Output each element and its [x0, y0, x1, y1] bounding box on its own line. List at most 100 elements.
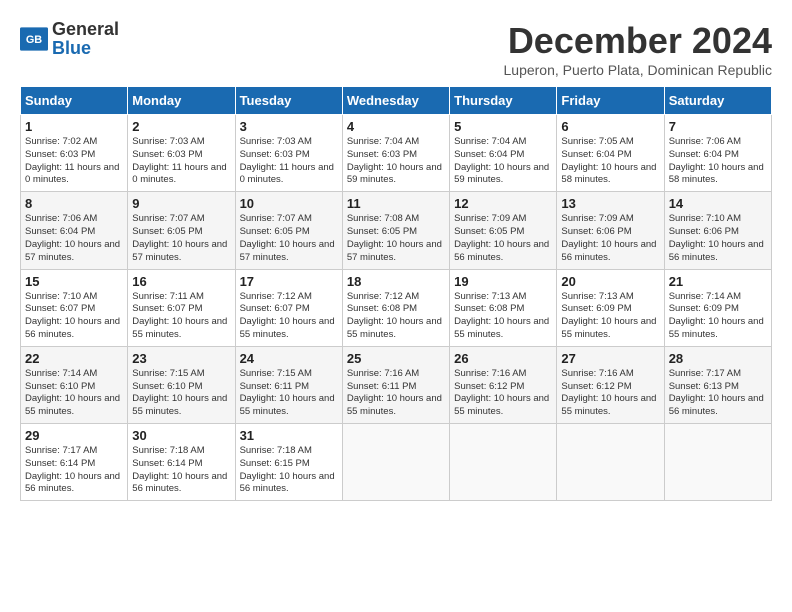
calendar-day-cell: 30 Sunrise: 7:18 AMSunset: 6:14 PMDayligh… — [128, 424, 235, 501]
logo-blue: Blue — [52, 38, 91, 58]
calendar-day-cell: 25 Sunrise: 7:16 AMSunset: 6:11 PMDayligh… — [342, 346, 449, 423]
day-sun-info: Sunrise: 7:18 AMSunset: 6:14 PMDaylight:… — [132, 445, 230, 496]
day-sun-info: Sunrise: 7:14 AMSunset: 6:10 PMDaylight:… — [25, 368, 123, 419]
day-sun-info: Sunrise: 7:08 AMSunset: 6:05 PMDaylight:… — [347, 213, 445, 264]
calendar-day-cell: 8Sunrise: 7:06 AMSunset: 6:04 PMDaylight… — [21, 192, 128, 269]
day-sun-info: Sunrise: 7:04 AMSunset: 6:04 PMDaylight:… — [454, 136, 552, 187]
day-sun-info: Sunrise: 7:04 AMSunset: 6:03 PMDaylight:… — [347, 136, 445, 187]
day-number: 27 — [561, 351, 659, 366]
calendar-day-cell: 6 Sunrise: 7:05 AMSunset: 6:04 PMDaylight… — [557, 115, 664, 192]
logo: GB General Blue — [20, 20, 119, 58]
logo-icon: GB — [20, 27, 48, 51]
calendar-day-cell: 2Sunrise: 7:03 AMSunset: 6:03 PMDaylight… — [128, 115, 235, 192]
day-number: 29 — [25, 428, 123, 443]
day-number: 31 — [240, 428, 338, 443]
weekday-header-saturday: Saturday — [664, 87, 771, 115]
day-sun-info: Sunrise: 7:14 AMSunset: 6:09 PMDaylight:… — [669, 291, 767, 342]
weekday-header-thursday: Thursday — [450, 87, 557, 115]
calendar-day-cell: 4 Sunrise: 7:04 AMSunset: 6:03 PMDaylight… — [342, 115, 449, 192]
calendar-day-cell: 29 Sunrise: 7:17 AMSunset: 6:14 PMDayligh… — [21, 424, 128, 501]
day-number: 3 — [240, 119, 338, 134]
calendar-day-cell: 12Sunrise: 7:09 AMSunset: 6:05 PMDayligh… — [450, 192, 557, 269]
day-sun-info: Sunrise: 7:15 AMSunset: 6:11 PMDaylight:… — [240, 368, 338, 419]
calendar-week-row: 8Sunrise: 7:06 AMSunset: 6:04 PMDaylight… — [21, 192, 772, 269]
calendar-day-cell: 27 Sunrise: 7:16 AMSunset: 6:12 PMDayligh… — [557, 346, 664, 423]
day-sun-info: Sunrise: 7:02 AMSunset: 6:03 PMDaylight:… — [25, 136, 123, 187]
calendar-day-cell: 5 Sunrise: 7:04 AMSunset: 6:04 PMDaylight… — [450, 115, 557, 192]
calendar-day-cell: 3 Sunrise: 7:03 AMSunset: 6:03 PMDaylight… — [235, 115, 342, 192]
day-sun-info: Sunrise: 7:17 AMSunset: 6:14 PMDaylight:… — [25, 445, 123, 496]
day-number: 13 — [561, 196, 659, 211]
day-sun-info: Sunrise: 7:07 AMSunset: 6:05 PMDaylight:… — [132, 213, 230, 264]
calendar-day-cell: 31 Sunrise: 7:18 AMSunset: 6:15 PMDayligh… — [235, 424, 342, 501]
day-sun-info: Sunrise: 7:11 AMSunset: 6:07 PMDaylight:… — [132, 291, 230, 342]
day-number: 10 — [240, 196, 338, 211]
day-number: 17 — [240, 274, 338, 289]
calendar-week-row: 29 Sunrise: 7:17 AMSunset: 6:14 PMDayligh… — [21, 424, 772, 501]
calendar-day-cell: 15 Sunrise: 7:10 AMSunset: 6:07 PMDayligh… — [21, 269, 128, 346]
weekday-header-monday: Monday — [128, 87, 235, 115]
day-sun-info: Sunrise: 7:16 AMSunset: 6:12 PMDaylight:… — [561, 368, 659, 419]
day-sun-info: Sunrise: 7:09 AMSunset: 6:06 PMDaylight:… — [561, 213, 659, 264]
day-number: 11 — [347, 196, 445, 211]
day-number: 12 — [454, 196, 552, 211]
calendar-day-cell: 24 Sunrise: 7:15 AMSunset: 6:11 PMDayligh… — [235, 346, 342, 423]
day-sun-info: Sunrise: 7:06 AMSunset: 6:04 PMDaylight:… — [669, 136, 767, 187]
calendar-day-cell: 11 Sunrise: 7:08 AMSunset: 6:05 PMDayligh… — [342, 192, 449, 269]
calendar-day-cell: 23 Sunrise: 7:15 AMSunset: 6:10 PMDayligh… — [128, 346, 235, 423]
day-number: 15 — [25, 274, 123, 289]
month-title: December 2024 — [504, 20, 773, 62]
calendar-day-cell: 7 Sunrise: 7:06 AMSunset: 6:04 PMDaylight… — [664, 115, 771, 192]
day-number: 22 — [25, 351, 123, 366]
day-sun-info: Sunrise: 7:05 AMSunset: 6:04 PMDaylight:… — [561, 136, 659, 187]
subtitle: Luperon, Puerto Plata, Dominican Republi… — [504, 62, 773, 78]
page-header: GB General Blue December 2024 Luperon, P… — [20, 20, 772, 78]
day-sun-info: Sunrise: 7:15 AMSunset: 6:10 PMDaylight:… — [132, 368, 230, 419]
day-sun-info: Sunrise: 7:13 AMSunset: 6:09 PMDaylight:… — [561, 291, 659, 342]
day-number: 2 — [132, 119, 230, 134]
calendar-day-cell: 17 Sunrise: 7:12 AMSunset: 6:07 PMDayligh… — [235, 269, 342, 346]
calendar-day-cell: 19 Sunrise: 7:13 AMSunset: 6:08 PMDayligh… — [450, 269, 557, 346]
calendar-day-cell: 10Sunrise: 7:07 AMSunset: 6:05 PMDayligh… — [235, 192, 342, 269]
calendar-empty-cell — [557, 424, 664, 501]
calendar-day-cell: 9 Sunrise: 7:07 AMSunset: 6:05 PMDaylight… — [128, 192, 235, 269]
day-number: 24 — [240, 351, 338, 366]
day-number: 30 — [132, 428, 230, 443]
day-sun-info: Sunrise: 7:17 AMSunset: 6:13 PMDaylight:… — [669, 368, 767, 419]
day-number: 4 — [347, 119, 445, 134]
day-number: 23 — [132, 351, 230, 366]
calendar-day-cell: 22 Sunrise: 7:14 AMSunset: 6:10 PMDayligh… — [21, 346, 128, 423]
calendar-day-cell: 14Sunrise: 7:10 AMSunset: 6:06 PMDayligh… — [664, 192, 771, 269]
calendar-table: SundayMondayTuesdayWednesdayThursdayFrid… — [20, 86, 772, 501]
calendar-empty-cell — [342, 424, 449, 501]
calendar-day-cell: 26Sunrise: 7:16 AMSunset: 6:12 PMDayligh… — [450, 346, 557, 423]
calendar-day-cell: 1 Sunrise: 7:02 AMSunset: 6:03 PMDaylight… — [21, 115, 128, 192]
calendar-day-cell: 20Sunrise: 7:13 AMSunset: 6:09 PMDayligh… — [557, 269, 664, 346]
day-sun-info: Sunrise: 7:18 AMSunset: 6:15 PMDaylight:… — [240, 445, 338, 496]
day-sun-info: Sunrise: 7:16 AMSunset: 6:11 PMDaylight:… — [347, 368, 445, 419]
day-number: 5 — [454, 119, 552, 134]
day-number: 21 — [669, 274, 767, 289]
day-sun-info: Sunrise: 7:13 AMSunset: 6:08 PMDaylight:… — [454, 291, 552, 342]
calendar-day-cell: 28 Sunrise: 7:17 AMSunset: 6:13 PMDayligh… — [664, 346, 771, 423]
calendar-day-cell: 18 Sunrise: 7:12 AMSunset: 6:08 PMDayligh… — [342, 269, 449, 346]
calendar-day-cell: 16Sunrise: 7:11 AMSunset: 6:07 PMDayligh… — [128, 269, 235, 346]
day-sun-info: Sunrise: 7:06 AMSunset: 6:04 PMDaylight:… — [25, 213, 123, 264]
day-number: 9 — [132, 196, 230, 211]
weekday-header-row: SundayMondayTuesdayWednesdayThursdayFrid… — [21, 87, 772, 115]
calendar-week-row: 1 Sunrise: 7:02 AMSunset: 6:03 PMDaylight… — [21, 115, 772, 192]
day-number: 18 — [347, 274, 445, 289]
day-sun-info: Sunrise: 7:12 AMSunset: 6:08 PMDaylight:… — [347, 291, 445, 342]
day-number: 1 — [25, 119, 123, 134]
day-sun-info: Sunrise: 7:10 AMSunset: 6:07 PMDaylight:… — [25, 291, 123, 342]
day-number: 7 — [669, 119, 767, 134]
calendar-week-row: 22 Sunrise: 7:14 AMSunset: 6:10 PMDayligh… — [21, 346, 772, 423]
day-number: 28 — [669, 351, 767, 366]
day-number: 6 — [561, 119, 659, 134]
day-sun-info: Sunrise: 7:03 AMSunset: 6:03 PMDaylight:… — [240, 136, 338, 187]
weekday-header-friday: Friday — [557, 87, 664, 115]
day-number: 25 — [347, 351, 445, 366]
day-number: 19 — [454, 274, 552, 289]
calendar-empty-cell — [664, 424, 771, 501]
day-sun-info: Sunrise: 7:12 AMSunset: 6:07 PMDaylight:… — [240, 291, 338, 342]
